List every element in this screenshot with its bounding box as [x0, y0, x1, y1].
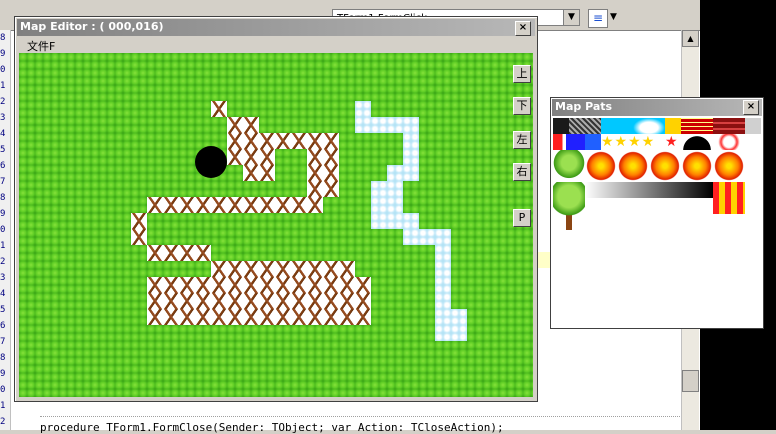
down-button[interactable]: 下	[513, 97, 531, 115]
line-number: 4	[0, 129, 6, 139]
hole-tile	[195, 146, 227, 178]
tree-tile	[227, 133, 275, 149]
pattern-tile[interactable]	[553, 150, 585, 182]
tree-tile	[131, 213, 147, 245]
menu-file[interactable]: 文件F	[27, 38, 55, 54]
pattern-tile[interactable]	[681, 150, 713, 182]
line-number: 0	[0, 65, 6, 75]
line-number: 1	[0, 241, 6, 251]
tree-tile	[227, 117, 259, 133]
water-tile	[435, 309, 467, 341]
water-tile	[387, 165, 419, 181]
tree-tile	[243, 165, 275, 181]
pattern-tile[interactable]	[665, 118, 681, 134]
map-editor-titlebar[interactable]: Map Editor : ( 000,016) ×	[17, 19, 535, 36]
line-number: 1	[0, 81, 6, 91]
line-number: 0	[0, 385, 6, 395]
pattern-tile[interactable]	[553, 182, 585, 230]
pattern-tile[interactable]	[713, 118, 745, 134]
scroll-up-icon[interactable]: ▲	[682, 30, 699, 47]
water-tile	[355, 117, 419, 133]
tree-tile	[211, 101, 227, 117]
line-number: 8	[0, 193, 6, 203]
water-tile	[371, 181, 403, 197]
close-icon[interactable]: ×	[743, 100, 759, 115]
line-number: 6	[0, 161, 6, 171]
star-icon[interactable]: ★	[665, 134, 681, 150]
line-number: 5	[0, 305, 6, 315]
water-tile	[435, 245, 451, 309]
pattern-tile[interactable]	[633, 118, 665, 134]
up-button[interactable]: 上	[513, 65, 531, 83]
tree-tile	[275, 133, 339, 149]
pattern-tile[interactable]	[601, 118, 633, 134]
line-number: 7	[0, 177, 6, 187]
water-tile	[403, 133, 419, 165]
pattern-tile[interactable]	[585, 182, 713, 198]
water-tile	[403, 213, 419, 245]
line-number: 0	[0, 225, 6, 235]
tree-tile	[227, 149, 275, 165]
line-number: 6	[0, 321, 6, 331]
current-line-highlight	[536, 252, 550, 268]
pattern-sheet[interactable]: ★★★★ ★	[553, 118, 761, 230]
align-center-icon[interactable]: ≡	[588, 9, 608, 28]
line-number: 2	[0, 257, 6, 267]
code-separator	[40, 416, 680, 418]
line-number: 2	[0, 97, 6, 107]
tree-tile	[147, 245, 211, 261]
pattern-tile[interactable]	[553, 118, 569, 134]
chevron-down-icon[interactable]: ▼	[610, 12, 617, 22]
tree-tile	[211, 261, 355, 277]
line-number: 5	[0, 145, 6, 155]
line-number: 9	[0, 49, 6, 59]
line-number: 4	[0, 289, 6, 299]
tree-tile	[307, 165, 339, 197]
pattern-tile[interactable]	[681, 118, 713, 134]
map-pats-titlebar[interactable]: Map Pats ×	[552, 99, 762, 116]
water-tile	[371, 197, 403, 229]
line-number: 9	[0, 209, 6, 219]
pattern-tile[interactable]	[713, 134, 745, 150]
chevron-down-icon[interactable]: ▼	[563, 10, 579, 25]
close-icon[interactable]: ×	[515, 21, 531, 36]
line-number: 3	[0, 113, 6, 123]
map-pats-window: Map Pats × ★★★★ ★	[550, 97, 764, 329]
pattern-tile[interactable]	[585, 150, 617, 182]
pattern-tile[interactable]	[569, 118, 601, 134]
pattern-tile[interactable]	[713, 182, 745, 214]
right-button[interactable]: 右	[513, 163, 531, 181]
pattern-tile[interactable]	[585, 134, 601, 150]
map-pats-title: Map Pats	[555, 100, 613, 113]
line-number: 9	[0, 369, 6, 379]
pattern-tile[interactable]	[649, 150, 681, 182]
line-number: 2	[0, 417, 6, 427]
line-number: 8	[0, 33, 6, 43]
tree-tile	[147, 277, 371, 325]
p-button[interactable]: P	[513, 209, 531, 227]
line-number: 8	[0, 353, 6, 363]
code-line[interactable]: procedure TForm1.FormClose(Sender: TObje…	[40, 421, 504, 434]
line-number: 3	[0, 273, 6, 283]
line-number: 7	[0, 337, 6, 347]
pattern-tile[interactable]	[617, 150, 649, 182]
map-editor-title: Map Editor : ( 000,016)	[20, 20, 164, 33]
left-button[interactable]: 左	[513, 131, 531, 149]
map-editor-window: Map Editor : ( 000,016) × 文件F 上 下 左 右 P	[14, 16, 538, 402]
pattern-tile[interactable]	[553, 134, 585, 150]
scrollbar-thumb[interactable]	[682, 370, 699, 392]
map-canvas[interactable]: 上 下 左 右 P	[19, 53, 533, 397]
line-number-gutter: 8 9 0 1 2 3 4 5 6 7 8 9 0 1 2 3 4 5 6 7 8 9 0 1 2	[0, 30, 11, 430]
tree-tile	[307, 149, 339, 165]
line-number: 1	[0, 401, 6, 411]
pattern-tile[interactable]	[713, 150, 745, 182]
pattern-tile[interactable]	[745, 118, 761, 134]
tree-tile	[147, 197, 323, 213]
water-tile	[419, 229, 451, 245]
star-icon[interactable]: ★★★★	[601, 134, 665, 150]
pattern-tile[interactable]	[681, 134, 713, 150]
